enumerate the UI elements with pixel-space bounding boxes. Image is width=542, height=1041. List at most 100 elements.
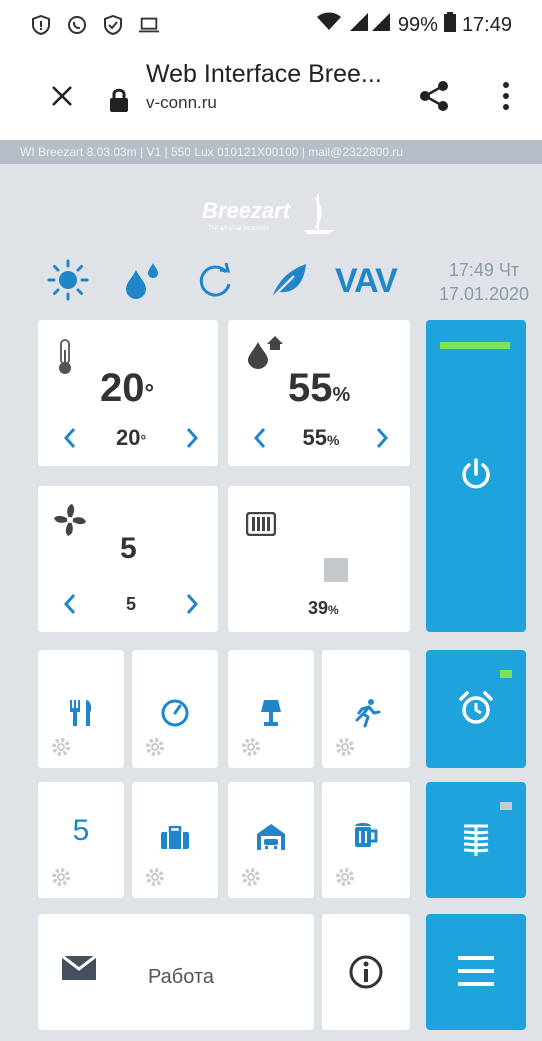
lock-icon bbox=[108, 86, 130, 114]
share-icon[interactable] bbox=[416, 78, 452, 114]
info-button[interactable] bbox=[322, 914, 410, 1030]
clock-date: 17.01.2020 bbox=[438, 284, 530, 304]
do-not-disturb-icon bbox=[66, 14, 88, 36]
page-title: Web Interface Bree... bbox=[146, 60, 382, 88]
humidity-icon[interactable] bbox=[118, 256, 166, 304]
fan-speed-stepper: 5 bbox=[56, 588, 206, 620]
fan-speed-current: 5 bbox=[120, 532, 137, 565]
filter-button[interactable] bbox=[426, 782, 526, 898]
temperature-decrease-button[interactable] bbox=[56, 422, 84, 454]
fan-speed-setpoint: 5 bbox=[125, 593, 136, 614]
battery-icon bbox=[443, 12, 456, 38]
vav-button[interactable]: VAV bbox=[335, 262, 398, 301]
alarm-clock-icon bbox=[458, 690, 494, 731]
power-button[interactable] bbox=[426, 320, 526, 632]
message-label: Работа bbox=[148, 966, 214, 988]
timer-icon bbox=[132, 698, 218, 728]
fan-decrease-button[interactable] bbox=[56, 588, 84, 620]
humidity-card: 55% 55% bbox=[228, 320, 410, 466]
datetime-display: 17:49 Чт 17.01.2020 bbox=[436, 258, 532, 306]
gear-icon[interactable] bbox=[240, 736, 262, 758]
recirculation-icon[interactable] bbox=[190, 256, 238, 304]
battery-percent: 99% bbox=[397, 13, 438, 36]
alarm-status-indicator bbox=[500, 670, 512, 678]
power-icon bbox=[459, 457, 493, 496]
browser-toolbar: Web Interface Bree... v-conn.ru bbox=[0, 50, 542, 140]
device-info-strip: WI Breezart 8.03.03m | V1 | 550 Lux 0101… bbox=[0, 140, 542, 164]
humidity-increase-button[interactable] bbox=[368, 422, 396, 454]
fan-speed-card: 5 5 bbox=[38, 486, 218, 632]
heater-percent-value: 39 bbox=[308, 598, 329, 618]
briefcase-icon bbox=[132, 826, 218, 850]
clock-time-day: 17:49 Чт bbox=[448, 260, 520, 280]
scene-sport-tile[interactable] bbox=[322, 650, 410, 768]
humidity-stepper: 55% bbox=[246, 422, 396, 454]
garage-icon bbox=[228, 822, 314, 852]
humidity-setpoint: 55% bbox=[274, 425, 368, 451]
app-panel: Breezart The art of air treatment VAV 17… bbox=[0, 164, 542, 1041]
fork-knife-icon bbox=[38, 698, 124, 728]
humidity-current: 55% bbox=[288, 366, 350, 411]
info-icon bbox=[348, 954, 384, 995]
gear-icon[interactable] bbox=[50, 736, 72, 758]
heater-card: 39% bbox=[228, 486, 410, 632]
alarm-schedule-button[interactable] bbox=[426, 650, 526, 768]
clock-time: 17:49 bbox=[461, 13, 512, 36]
thermometer-icon bbox=[56, 338, 74, 381]
temperature-setpoint-value: 20 bbox=[115, 425, 141, 450]
beer-mug-icon bbox=[322, 820, 410, 850]
laptop-icon bbox=[138, 14, 160, 36]
scene-night-tile[interactable] bbox=[228, 650, 314, 768]
heater-percent-unit: % bbox=[328, 603, 339, 617]
sun-icon[interactable] bbox=[44, 256, 92, 304]
gear-icon[interactable] bbox=[50, 866, 72, 888]
temperature-stepper: 20° bbox=[56, 422, 206, 454]
main-menu-button[interactable] bbox=[426, 914, 526, 1030]
temperature-card: 20° 20° bbox=[38, 320, 218, 466]
vpn-shield-icon bbox=[102, 14, 124, 36]
scene-number-tile[interactable]: 5 bbox=[38, 782, 124, 898]
browser-title-area[interactable]: Web Interface Bree... v-conn.ru bbox=[146, 60, 382, 113]
gear-icon[interactable] bbox=[144, 866, 166, 888]
gear-icon[interactable] bbox=[334, 736, 356, 758]
more-menu-icon[interactable] bbox=[494, 78, 518, 114]
close-icon[interactable] bbox=[42, 76, 82, 116]
gear-icon[interactable] bbox=[240, 866, 262, 888]
scene-work-tile[interactable] bbox=[132, 782, 218, 898]
scene-party-tile[interactable] bbox=[322, 782, 410, 898]
heater-level-indicator bbox=[324, 558, 348, 582]
page-url: v-conn.ru bbox=[146, 93, 217, 112]
scene-dining-tile[interactable] bbox=[38, 650, 124, 768]
lamp-icon bbox=[228, 698, 314, 728]
svg-text:Breezart: Breezart bbox=[202, 198, 292, 223]
temperature-setpoint-unit: ° bbox=[140, 432, 147, 448]
temperature-unit: ° bbox=[144, 380, 155, 407]
running-person-icon bbox=[322, 698, 410, 728]
humidity-setpoint-unit: % bbox=[327, 432, 340, 448]
scene-garage-tile[interactable] bbox=[228, 782, 314, 898]
mode-bar: VAV 17:49 Чт 17.01.2020 bbox=[0, 244, 542, 304]
fan-icon bbox=[52, 502, 88, 543]
message-card[interactable]: Работа bbox=[38, 914, 314, 1030]
humidity-unit: % bbox=[332, 384, 351, 406]
hamburger-menu-icon bbox=[458, 954, 494, 993]
scene-timer-tile[interactable] bbox=[132, 650, 218, 768]
status-bar: 99% 17:49 bbox=[0, 0, 542, 50]
mail-icon bbox=[61, 954, 97, 985]
temperature-increase-button[interactable] bbox=[178, 422, 206, 454]
heater-percent: 39% bbox=[308, 598, 339, 619]
humidity-decrease-button[interactable] bbox=[246, 422, 274, 454]
leaf-icon[interactable] bbox=[264, 256, 312, 304]
humidity-setpoint-value: 55 bbox=[302, 425, 328, 450]
temperature-current: 20° bbox=[100, 366, 154, 411]
humidity-value: 55 bbox=[288, 366, 333, 410]
power-status-indicator bbox=[440, 342, 510, 349]
gear-icon[interactable] bbox=[334, 866, 356, 888]
svg-text:The art of air treatment: The art of air treatment bbox=[208, 226, 269, 232]
gear-icon[interactable] bbox=[144, 736, 166, 758]
filter-icon bbox=[458, 822, 494, 863]
home-humidity-icon bbox=[246, 334, 286, 375]
scene-number: 5 bbox=[72, 814, 90, 847]
fan-increase-button[interactable] bbox=[178, 588, 206, 620]
wifi-icon bbox=[316, 12, 342, 38]
